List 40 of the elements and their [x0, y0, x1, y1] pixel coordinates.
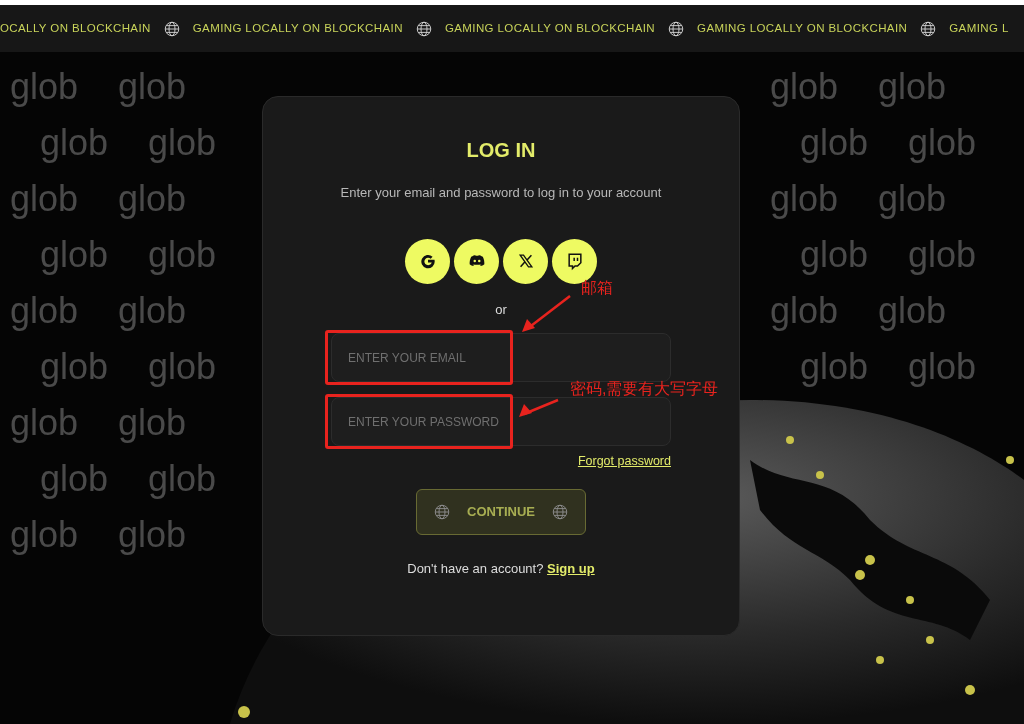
login-title: LOG IN [466, 138, 536, 163]
annotation-label: 邮箱 [581, 280, 613, 296]
ticker-text: GAMING L [949, 20, 1009, 36]
background-pattern-text: glob glob [10, 177, 187, 221]
social-login-button[interactable] [405, 238, 450, 284]
signup-prompt: Don't have an account? Sign up [407, 559, 595, 578]
social-login-button[interactable] [454, 238, 499, 284]
background-pattern-text: glob glob [770, 289, 947, 333]
ticker-text: GAMING LOCALLY ON BLOCKCHAIN [192, 20, 403, 36]
annotation-arrow [519, 398, 559, 417]
background-pattern-text: glob glob [10, 513, 187, 557]
globe-icon [162, 19, 181, 38]
globe-icon [919, 19, 938, 38]
background-pattern-text: glob glob [10, 289, 187, 333]
annotation-arrow [522, 295, 571, 332]
globe-icon [550, 502, 569, 521]
background-pattern-text: glob glob [800, 345, 977, 389]
annotation-label: 密码,需要有大写字母 [570, 381, 719, 397]
globe-icon [414, 19, 433, 38]
background-pattern-text: glob glob [10, 65, 187, 109]
social-login-button[interactable] [503, 238, 548, 284]
background-pattern-text: glob glob [800, 233, 977, 277]
background-pattern-text: glob glob [10, 401, 187, 445]
ticker-text: GAMING LOCALLY ON BLOCKCHAIN [697, 20, 908, 36]
globe-icon [433, 502, 452, 521]
background-pattern-text: glob glob [40, 121, 217, 165]
background-pattern-text: glob glob [40, 345, 217, 389]
input-field[interactable]: ENTER YOUR PASSWORD [331, 397, 671, 446]
login-subtitle: Enter your email and password to log in to your account [340, 184, 662, 202]
ticker-text: OCALLY ON BLOCKCHAIN [0, 20, 151, 36]
background-pattern-text: glob glob [40, 233, 217, 277]
background-pattern-text: glob glob [770, 65, 947, 109]
forgot-password-link[interactable]: Forgot password [577, 452, 671, 471]
background-pattern-text: glob glob [770, 177, 947, 221]
globe-icon [667, 19, 686, 38]
ticker-text: GAMING LOCALLY ON BLOCKCHAIN [444, 20, 656, 36]
divider-text: or [495, 300, 507, 319]
background-pattern-text: glob glob [800, 121, 977, 165]
signup-link[interactable]: Sign up [547, 560, 595, 576]
background-pattern-text: glob glob [40, 457, 217, 501]
